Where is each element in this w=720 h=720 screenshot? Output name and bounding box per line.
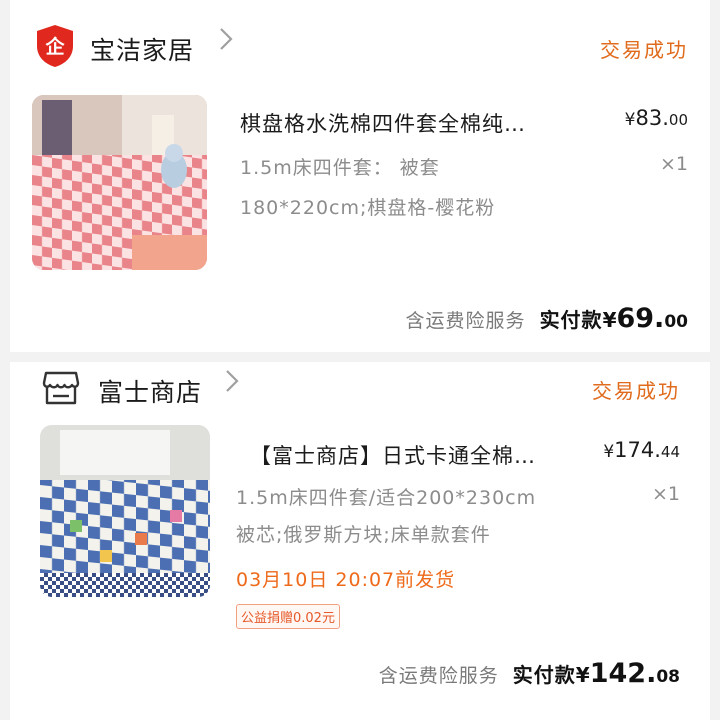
shop-header[interactable]: 企 宝洁家居 交易成功 <box>10 19 710 69</box>
order-total-row: 含运费险服务 实付款 ¥ 142. 08 <box>379 658 680 689</box>
product-spec-line1: 1.5m床四件套/适合200*230cm <box>236 487 537 509</box>
charity-badge[interactable]: 公益捐赠0.02元 <box>236 604 340 629</box>
paid-amount-dec: 00 <box>664 312 688 332</box>
order-status: 交易成功 <box>600 38 688 62</box>
shop-header[interactable]: 富士商店 交易成功 <box>10 362 710 412</box>
paid-label: 实付款 <box>512 663 576 687</box>
order-total-row: 含运费险服务 实付款 ¥ 69. 00 <box>406 303 688 334</box>
product-price: ¥83.00 <box>624 106 688 130</box>
insurance-label: 含运费险服务 <box>405 310 526 332</box>
storefront-icon <box>42 370 80 406</box>
order-card[interactable]: 富士商店 交易成功 【富士商店】日式卡通全棉… ¥174.44 1.5m床四件套… <box>10 362 710 720</box>
order-status: 交易成功 <box>592 379 680 403</box>
svg-text:企: 企 <box>44 35 65 58</box>
product-image[interactable] <box>32 95 207 270</box>
paid-amount-int: 142. <box>589 658 657 689</box>
insurance-label: 含运费险服务 <box>378 665 499 687</box>
enterprise-shield-icon: 企 <box>35 24 75 68</box>
paid-symbol: ¥ <box>575 663 590 687</box>
order-card[interactable]: 企 宝洁家居 交易成功 棋盘格水洗棉四件套全棉纯… ¥83.00 1.5m床四件… <box>10 0 710 352</box>
paid-amount-dec: 08 <box>656 667 680 687</box>
product-title[interactable]: 【富士商店】日式卡通全棉… <box>250 440 536 470</box>
product-spec-line1: 1.5m床四件套： 被套 <box>240 157 440 179</box>
paid-symbol: ¥ <box>602 308 617 332</box>
paid-label: 实付款 <box>539 308 603 332</box>
product-quantity: ×1 <box>651 483 680 505</box>
product-image[interactable] <box>40 425 210 597</box>
product-spec-line2: 180*220cm;棋盘格-樱花粉 <box>240 197 496 219</box>
shop-name[interactable]: 宝洁家居 <box>90 31 194 67</box>
chevron-right-icon[interactable] <box>218 25 234 60</box>
paid-amount-int: 69. <box>616 303 665 334</box>
chevron-right-icon[interactable] <box>224 367 240 402</box>
ship-deadline: 03月10日 20:07前发货 <box>236 569 456 591</box>
product-price: ¥174.44 <box>603 438 680 462</box>
shop-name[interactable]: 富士商店 <box>98 373 202 409</box>
product-spec-line2: 被芯;俄罗斯方块;床单款套件 <box>236 524 491 546</box>
product-quantity: ×1 <box>659 153 688 175</box>
product-title[interactable]: 棋盘格水洗棉四件套全棉纯… <box>240 108 526 138</box>
